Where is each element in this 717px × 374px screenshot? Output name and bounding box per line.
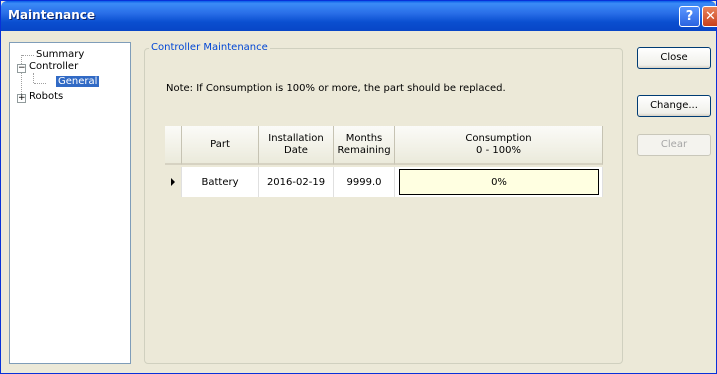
column-header-consumption[interactable]: Consumption 0 - 100% [395,126,603,165]
window-close-button[interactable]: ✕ [702,6,717,27]
current-row-arrow-icon [171,178,175,186]
close-button[interactable]: Close [637,47,711,69]
column-header-installation-date[interactable]: Installation Date [259,126,334,165]
column-header-label: Date [284,144,308,156]
expand-icon[interactable]: + [17,94,26,103]
tree-view: Summary − Controller General + Robots [9,42,131,364]
consumption-value-box: 0% [399,169,599,195]
cell-installation-date[interactable]: 2016-02-19 [259,167,334,197]
cell-part[interactable]: Battery [182,167,259,197]
cell-months-remaining[interactable]: 9999.0 [334,167,395,197]
help-button[interactable]: ? [679,6,700,27]
tree-item-summary[interactable]: Summary [36,49,84,60]
tree-connector-line [34,83,46,84]
title-bar[interactable]: Maintenance ? ✕ [1,1,717,31]
change-button[interactable]: Change... [637,95,711,117]
tree-connector-line [22,55,34,56]
tree-item-robots[interactable]: Robots [29,91,63,102]
tree-connector-line [33,73,34,83]
collapse-icon[interactable]: − [17,64,26,73]
column-header-label: Months [345,132,383,144]
cell-consumption[interactable]: 0% [395,167,603,197]
column-header-label: Consumption [465,132,532,144]
column-header-label: Part [210,138,230,150]
column-header-label: Installation [268,132,324,144]
column-header-label: 0 - 100% [476,144,521,156]
replacement-note: Note: If Consumption is 100% or more, th… [166,83,506,94]
tree-item-controller[interactable]: Controller [29,61,78,72]
column-header-part[interactable]: Part [182,126,259,165]
column-header-months-remaining[interactable]: Months Remaining [334,126,395,165]
maintenance-window: Maintenance ? ✕ Summary − Controller Gen… [0,0,717,374]
group-label: Controller Maintenance [149,42,270,53]
controller-maintenance-group [144,48,623,364]
tree-item-general[interactable]: General [56,76,100,87]
window-title: Maintenance [8,8,96,22]
clear-button[interactable]: Clear [637,134,711,156]
column-header-label: Remaining [337,144,391,156]
tree-connector-line [21,55,22,98]
row-header-corner [165,126,182,165]
row-selector[interactable] [165,167,182,197]
